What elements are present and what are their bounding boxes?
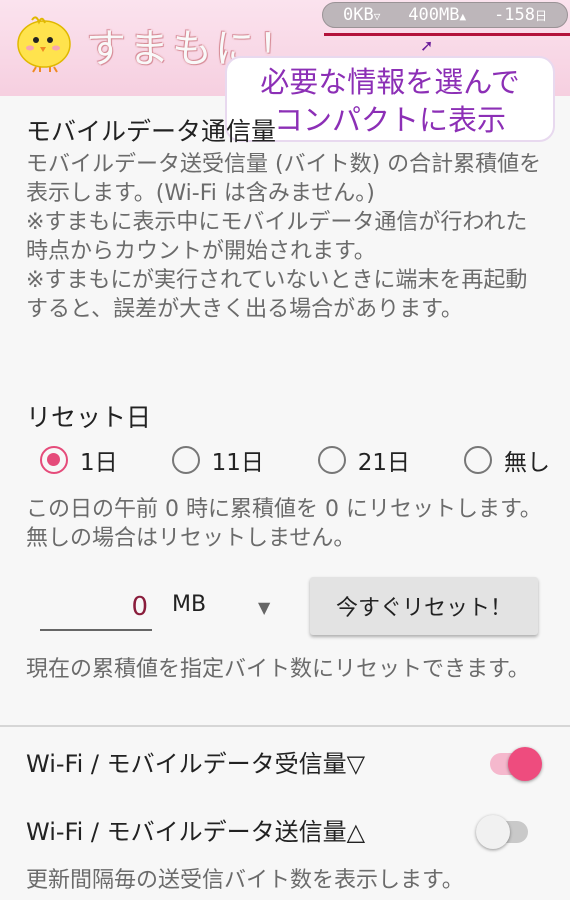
- reset-now-note: 現在の累積値を指定バイト数にリセットできます。: [26, 657, 530, 682]
- reset-day-option-none[interactable]: 無し: [463, 440, 550, 480]
- toggle-knob: [508, 747, 542, 781]
- wifi-receive-toggle[interactable]: [490, 747, 542, 781]
- radio-icon: [317, 446, 346, 474]
- radio-label: 無し: [503, 450, 550, 476]
- data-usage-status[interactable]: 0KB▽ 400MB▲ -158日: [322, 2, 568, 28]
- wifi-send-toggle[interactable]: [476, 815, 528, 849]
- divider: [0, 725, 570, 727]
- chick-icon: [17, 16, 71, 73]
- mobile-data-description: モバイルデータ送受信量 (バイト数) の合計累積値を表示します。(Wi-Fi は…: [26, 152, 542, 322]
- dropdown-arrow-icon[interactable]: ▼: [258, 598, 270, 617]
- setting-wifi-send-label: Wi-Fi / モバイルデータ送信量△: [26, 818, 366, 846]
- reset-day-option-1[interactable]: 1日: [40, 440, 118, 480]
- reset-day-description: この日の午前 0 時に累積値を 0 にリセットします。無しの場合はリセットしませ…: [26, 497, 542, 551]
- callout-line-1: 必要な情報を選んで: [260, 65, 520, 99]
- radio-label: 1日: [80, 450, 118, 476]
- reset-day-option-21[interactable]: 21日: [317, 440, 411, 480]
- arrow-up-icon: ➚: [420, 36, 434, 55]
- mobile-data-title: モバイルデータ通信量: [26, 117, 277, 146]
- status-underline: [324, 33, 570, 36]
- reset-day-options: 1日 11日 21日 無し: [40, 440, 550, 480]
- data-limit: 400MB▲: [408, 5, 467, 25]
- data-total: 0KB▽: [342, 5, 381, 25]
- days-remaining: -158日: [494, 5, 547, 25]
- radio-label: 21日: [357, 450, 411, 476]
- reset-day-title: リセット日: [26, 403, 152, 432]
- radio-selected-icon: [40, 446, 68, 474]
- setting-wifi-send-description: 更新間隔毎の送受信バイト数を表示します。: [26, 868, 464, 893]
- reset-now-button[interactable]: 今すぐリセット！: [310, 577, 538, 635]
- radio-icon: [171, 446, 200, 474]
- unit-select[interactable]: MB: [172, 592, 206, 617]
- toggle-knob: [476, 815, 510, 849]
- reset-value-input[interactable]: 0: [40, 585, 152, 631]
- radio-icon: [463, 446, 492, 474]
- reset-day-option-11[interactable]: 11日: [171, 440, 264, 480]
- radio-label: 11日: [211, 450, 264, 476]
- setting-wifi-receive-label: Wi-Fi / モバイルデータ受信量▽: [26, 750, 366, 778]
